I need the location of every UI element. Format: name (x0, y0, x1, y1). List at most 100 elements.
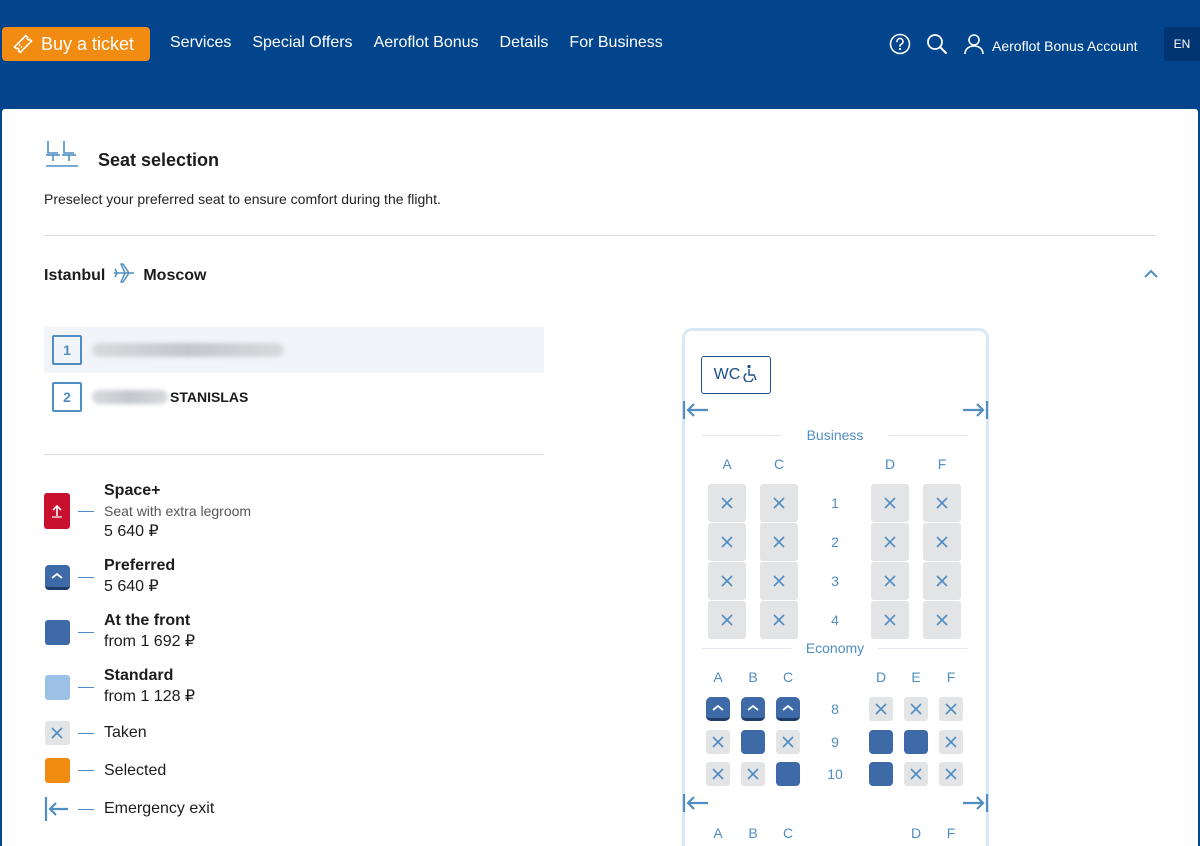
column-letter: A (713, 825, 723, 841)
seat-9A[interactable] (706, 730, 730, 754)
ticket-icon (11, 32, 35, 56)
column-letter: C (773, 456, 785, 472)
seat-8F[interactable] (939, 697, 963, 721)
seat-8D[interactable] (869, 697, 893, 721)
business-class-label: Business (806, 427, 864, 443)
seat-9B[interactable] (741, 730, 765, 754)
section-divider (44, 235, 1156, 236)
selected-swatch (44, 758, 70, 783)
preferred-swatch (44, 564, 70, 590)
legend-price: from 1 128 ₽ (104, 688, 196, 705)
emergency-exit-icon (44, 797, 68, 821)
arrow-up-icon (52, 504, 62, 518)
legend-selected: Selected (44, 758, 166, 783)
seats-icon (44, 139, 80, 169)
emergency-exit-left-icon (682, 794, 708, 812)
seat-4D[interactable] (871, 601, 909, 639)
cross-icon (51, 727, 63, 739)
row-number: 3 (831, 573, 839, 589)
seat-4F[interactable] (923, 601, 961, 639)
seat-3C[interactable] (760, 562, 798, 600)
column-letter: D (875, 669, 887, 685)
help-icon[interactable] (889, 33, 911, 55)
taken-swatch (44, 721, 70, 745)
emergency-exit-left-icon (682, 401, 708, 419)
seat-1D[interactable] (871, 484, 909, 522)
legend-standard: Standard from 1 128 ₽ (44, 666, 195, 708)
row-number: 4 (831, 612, 839, 628)
bonus-account-link[interactable]: Aeroflot Bonus Account (963, 33, 1138, 58)
nav-aeroflot-bonus[interactable]: Aeroflot Bonus (374, 34, 479, 52)
standard-swatch (44, 674, 70, 700)
seat-8B[interactable] (741, 697, 765, 721)
search-icon[interactable] (926, 33, 948, 55)
passenger-row-1[interactable]: 1 (44, 327, 544, 373)
seat-1A[interactable] (708, 484, 746, 522)
legend-price: 5 640 ₽ (104, 578, 159, 595)
column-letter: F (946, 825, 956, 841)
seat-10F[interactable] (939, 762, 963, 786)
seat-9D[interactable] (869, 730, 893, 754)
column-letter: B (748, 825, 758, 841)
seat-2A[interactable] (708, 523, 746, 561)
seat-10E[interactable] (904, 762, 928, 786)
route-origin: Istanbul (44, 266, 106, 284)
row-number: 8 (831, 701, 839, 717)
nav-services[interactable]: Services (170, 34, 231, 52)
legend-divider (44, 454, 544, 455)
seat-2F[interactable] (923, 523, 961, 561)
seat-10D[interactable] (869, 762, 893, 786)
seat-3A[interactable] (708, 562, 746, 600)
seat-8C[interactable] (776, 697, 800, 721)
nav-for-business[interactable]: For Business (569, 34, 662, 52)
seat-3D[interactable] (871, 562, 909, 600)
seat-10A[interactable] (706, 762, 730, 786)
seat-4C[interactable] (760, 601, 798, 639)
seat-9C[interactable] (776, 730, 800, 754)
economy-class-label: Economy (805, 640, 865, 656)
nav-special-offers[interactable]: Special Offers (252, 34, 352, 52)
legend-price: 5 640 ₽ (104, 523, 159, 540)
seat-1C[interactable] (760, 484, 798, 522)
account-label: Aeroflot Bonus Account (992, 37, 1138, 54)
seat-9F[interactable] (939, 730, 963, 754)
legend-name: Taken (104, 724, 147, 741)
legend-preferred: Preferred 5 640 ₽ (44, 556, 175, 598)
column-letter: E (911, 669, 921, 685)
passenger-row-2[interactable]: 2 STANISLAS (44, 374, 544, 420)
emergency-exit-right-icon (963, 794, 989, 812)
legend-price: from 1 692 ₽ (104, 633, 196, 650)
seat-4A[interactable] (708, 601, 746, 639)
seat-1F[interactable] (923, 484, 961, 522)
chevron-up-icon[interactable] (1143, 266, 1159, 282)
nav-details[interactable]: Details (500, 34, 549, 52)
seat-10B[interactable] (741, 762, 765, 786)
seat-9E[interactable] (904, 730, 928, 754)
column-letter: A (722, 456, 732, 472)
seat-8A[interactable] (706, 697, 730, 721)
column-letter: F (946, 669, 956, 685)
legend-name: Emergency exit (104, 800, 215, 817)
plane-icon (112, 261, 136, 290)
page-title: Seat selection (98, 150, 220, 170)
column-letter: B (748, 669, 758, 685)
seat-2D[interactable] (871, 523, 909, 561)
passenger-name-visible: STANISLAS (170, 389, 249, 405)
page-description: Preselect your preferred seat to ensure … (44, 191, 441, 207)
column-letter: A (713, 669, 723, 685)
language-switch[interactable]: EN (1164, 27, 1200, 61)
legend-name: Selected (104, 761, 167, 779)
seat-10C[interactable] (776, 762, 800, 786)
seat-2C[interactable] (760, 523, 798, 561)
seat-3F[interactable] (923, 562, 961, 600)
user-icon (963, 33, 985, 58)
buy-ticket-label: Buy a ticket (41, 33, 135, 54)
legend-description: Seat with extra legroom (104, 503, 252, 519)
passenger-name-redacted (92, 343, 284, 357)
top-navigation-bar: Buy a ticket Services Special Offers Aer… (0, 0, 1200, 108)
space-plus-swatch (44, 493, 70, 529)
seat-8E[interactable] (904, 697, 928, 721)
row-number: 10 (827, 766, 843, 782)
wc-indicator: WC (701, 356, 771, 394)
buy-ticket-button[interactable]: Buy a ticket (2, 27, 150, 61)
